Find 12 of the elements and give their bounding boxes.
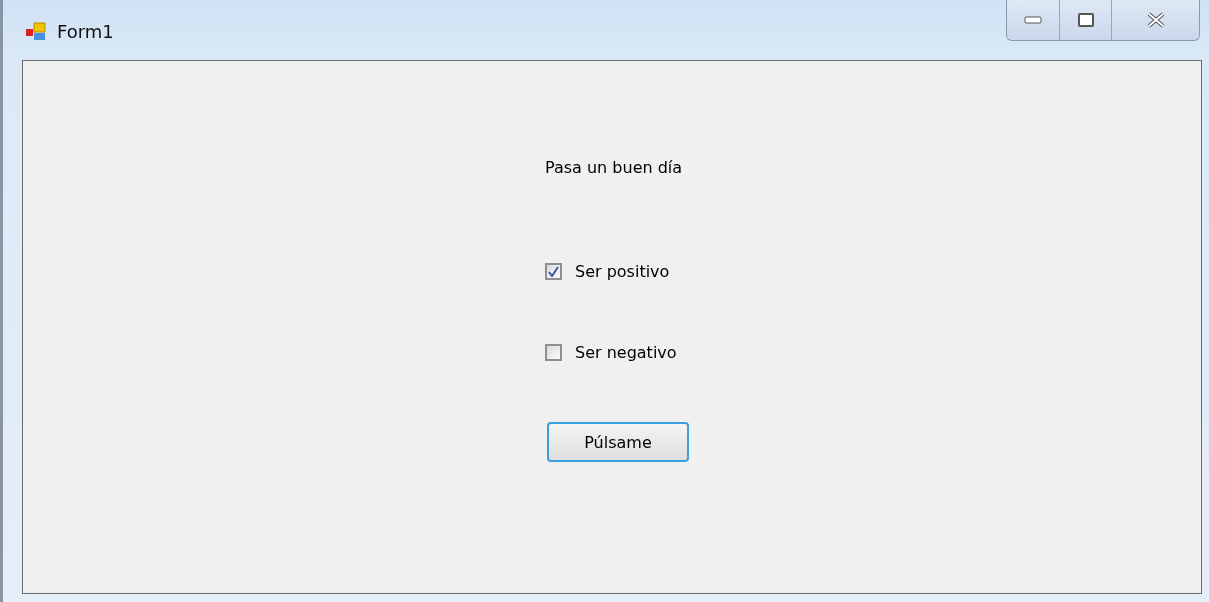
close-icon xyxy=(1145,12,1166,28)
window-title: Form1 xyxy=(57,21,114,42)
checkbox-label[interactable]: Ser negativo xyxy=(575,343,677,362)
checkbox[interactable] xyxy=(545,263,562,280)
checkbox[interactable] xyxy=(545,344,562,361)
minimize-icon xyxy=(1024,16,1042,24)
press-button[interactable]: Púlsame xyxy=(547,422,689,462)
maximize-button[interactable] xyxy=(1059,0,1111,40)
app-icon xyxy=(25,21,47,42)
greeting-label: Pasa un buen día xyxy=(545,158,683,177)
checkbox-label[interactable]: Ser positivo xyxy=(575,262,670,281)
maximize-icon xyxy=(1077,13,1094,27)
